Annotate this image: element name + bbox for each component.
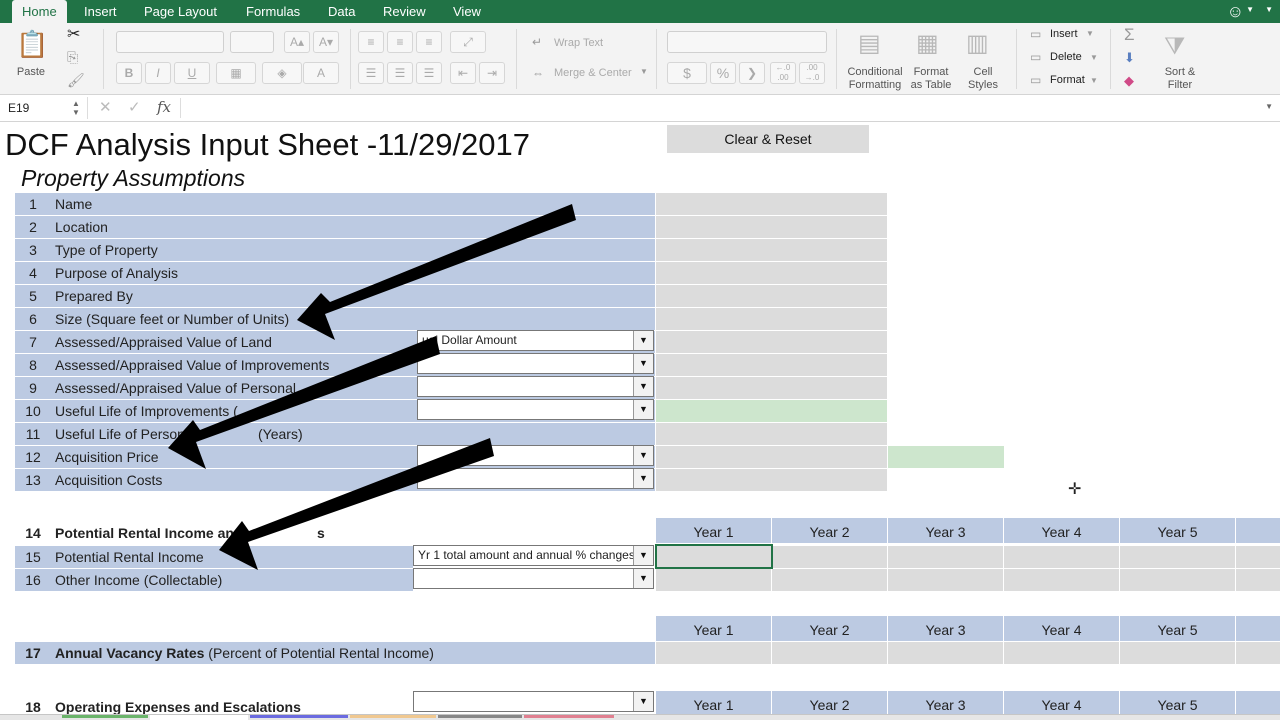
format-as-table-icon[interactable]: ▦ [916, 29, 939, 58]
wrap-text-label[interactable]: Wrap Text [554, 37, 603, 50]
sheet-tab-active[interactable] [150, 715, 248, 720]
increase-decimal-button[interactable]: ←.0 .00 [770, 62, 796, 84]
divider [516, 29, 517, 89]
tab-view[interactable]: View [453, 0, 481, 23]
divider [656, 29, 657, 89]
tab-insert[interactable]: Insert [84, 0, 117, 23]
divider [836, 29, 837, 89]
currency-button[interactable]: $ [667, 62, 707, 84]
tab-data[interactable]: Data [328, 0, 355, 23]
divider [350, 29, 351, 89]
sheet-tab[interactable] [438, 715, 522, 720]
cancel-icon[interactable]: ✕ [99, 98, 112, 116]
sort-filter-icon[interactable]: ⧩ [1164, 33, 1185, 61]
comma-button[interactable]: ❯ [739, 62, 765, 84]
decrease-decimal-button[interactable]: .00 →.0 [799, 62, 825, 84]
merge-caret-icon[interactable]: ▼ [640, 67, 648, 76]
paste-label: Paste [16, 66, 46, 78]
copy-icon[interactable]: ⎘ [67, 49, 78, 66]
merge-center-label[interactable]: Merge & Center [554, 67, 632, 80]
decrease-indent-icon[interactable]: ⇤ [450, 62, 476, 84]
format-caret-icon[interactable]: ▼ [1090, 76, 1098, 85]
enter-icon[interactable]: ✓ [128, 98, 141, 116]
cell-styles-icon[interactable]: ▥ [966, 29, 989, 58]
font-size-select[interactable] [230, 31, 274, 53]
font-name-select[interactable] [116, 31, 224, 53]
align-top-icon[interactable]: ≡ [358, 31, 384, 53]
bold-button[interactable]: B [116, 62, 142, 84]
smiley-feedback-icon[interactable]: ☺ [1227, 2, 1244, 22]
insert-label[interactable]: Insert [1050, 28, 1078, 41]
decrease-font-icon[interactable]: A▾ [313, 31, 339, 53]
format-cells-icon[interactable]: ▭ [1030, 73, 1041, 87]
delete-cells-icon[interactable]: ▭ [1030, 50, 1041, 64]
arrow-2 [168, 336, 440, 469]
align-bottom-icon[interactable]: ≡ [416, 31, 442, 53]
increase-indent-icon[interactable]: ⇥ [479, 62, 505, 84]
format-painter-icon[interactable]: 🖌 [67, 72, 85, 89]
align-left-icon[interactable]: ☰ [358, 62, 384, 84]
tab-page-layout[interactable]: Page Layout [144, 0, 217, 23]
delete-label[interactable]: Delete [1050, 51, 1082, 64]
worksheet-grid[interactable]: DCF Analysis Input Sheet -11/29/2017 Pro… [0, 122, 1280, 716]
tab-formulas[interactable]: Formulas [246, 0, 300, 23]
formula-input[interactable] [185, 97, 1260, 119]
ribbon: 📋 Paste ✂ ⎘ 🖌 A▴ A▾ B I U ▦ ◈ A ≡ ≡ ≡ ⤢ … [0, 23, 1280, 95]
function-icon[interactable]: fx [157, 98, 171, 116]
feedback-caret-icon[interactable]: ▼ [1246, 5, 1254, 14]
sheet-tab[interactable] [250, 715, 348, 720]
name-box-stepper-icon[interactable]: ▲ ▼ [72, 99, 80, 117]
cell-styles-label[interactable]: Cell Styles [960, 66, 1006, 92]
divider [180, 98, 181, 118]
divider [1110, 29, 1111, 89]
percent-button[interactable]: % [710, 62, 736, 84]
excel-window: Home Insert Page Layout Formulas Data Re… [0, 0, 1280, 720]
expand-formula-icon[interactable]: ▼ [1265, 102, 1273, 111]
sort-filter-label[interactable]: Sort & Filter [1158, 66, 1202, 92]
number-format-select[interactable] [667, 31, 827, 53]
tab-home[interactable]: Home [12, 0, 67, 23]
ribbon-tab-bar: Home Insert Page Layout Formulas Data Re… [0, 0, 1280, 23]
paste-icon[interactable]: 📋 [16, 29, 48, 60]
tab-review[interactable]: Review [383, 0, 426, 23]
insert-caret-icon[interactable]: ▼ [1086, 29, 1094, 38]
font-color-button[interactable]: A [303, 62, 339, 84]
sheet-tab-bar [0, 714, 1280, 720]
cut-icon[interactable]: ✂ [67, 24, 80, 44]
sheet-tab[interactable] [350, 715, 436, 720]
borders-button[interactable]: ▦ [216, 62, 256, 84]
annotation-arrows [168, 204, 576, 570]
conditional-formatting-label[interactable]: Conditional Formatting [840, 66, 910, 92]
arrow-3 [219, 438, 494, 570]
insert-cells-icon[interactable]: ▭ [1030, 27, 1041, 41]
arrow-1 [297, 204, 576, 340]
divider [103, 29, 104, 89]
formula-bar: E19 ▲ ▼ ✕ ✓ fx ▼ [0, 95, 1280, 122]
align-middle-icon[interactable]: ≡ [387, 31, 413, 53]
underline-button[interactable]: U [174, 62, 210, 84]
conditional-formatting-icon[interactable]: ▤ [858, 29, 881, 58]
sheet-tab[interactable] [62, 715, 148, 720]
align-center-icon[interactable]: ☰ [387, 62, 413, 84]
increase-font-icon[interactable]: A▴ [284, 31, 310, 53]
merge-center-icon[interactable]: ⇔ [532, 66, 544, 80]
align-right-icon[interactable]: ☰ [416, 62, 442, 84]
sheet-tab[interactable] [524, 715, 614, 720]
orientation-icon[interactable]: ⤢ [450, 31, 486, 53]
italic-button[interactable]: I [145, 62, 171, 84]
fill-color-button[interactable]: ◈ [262, 62, 302, 84]
autosum-icon[interactable]: Σ [1124, 25, 1135, 45]
format-label[interactable]: Format [1050, 74, 1085, 87]
fill-icon[interactable]: ⬇ [1124, 50, 1135, 66]
wrap-text-icon[interactable]: ↵ [532, 35, 542, 49]
delete-caret-icon[interactable]: ▼ [1090, 53, 1098, 62]
format-as-table-label[interactable]: Format as Table [906, 66, 956, 92]
clear-eraser-icon[interactable]: ◆ [1124, 73, 1134, 89]
divider [1016, 29, 1017, 89]
collapse-ribbon-icon[interactable]: ▼ [1265, 5, 1273, 14]
